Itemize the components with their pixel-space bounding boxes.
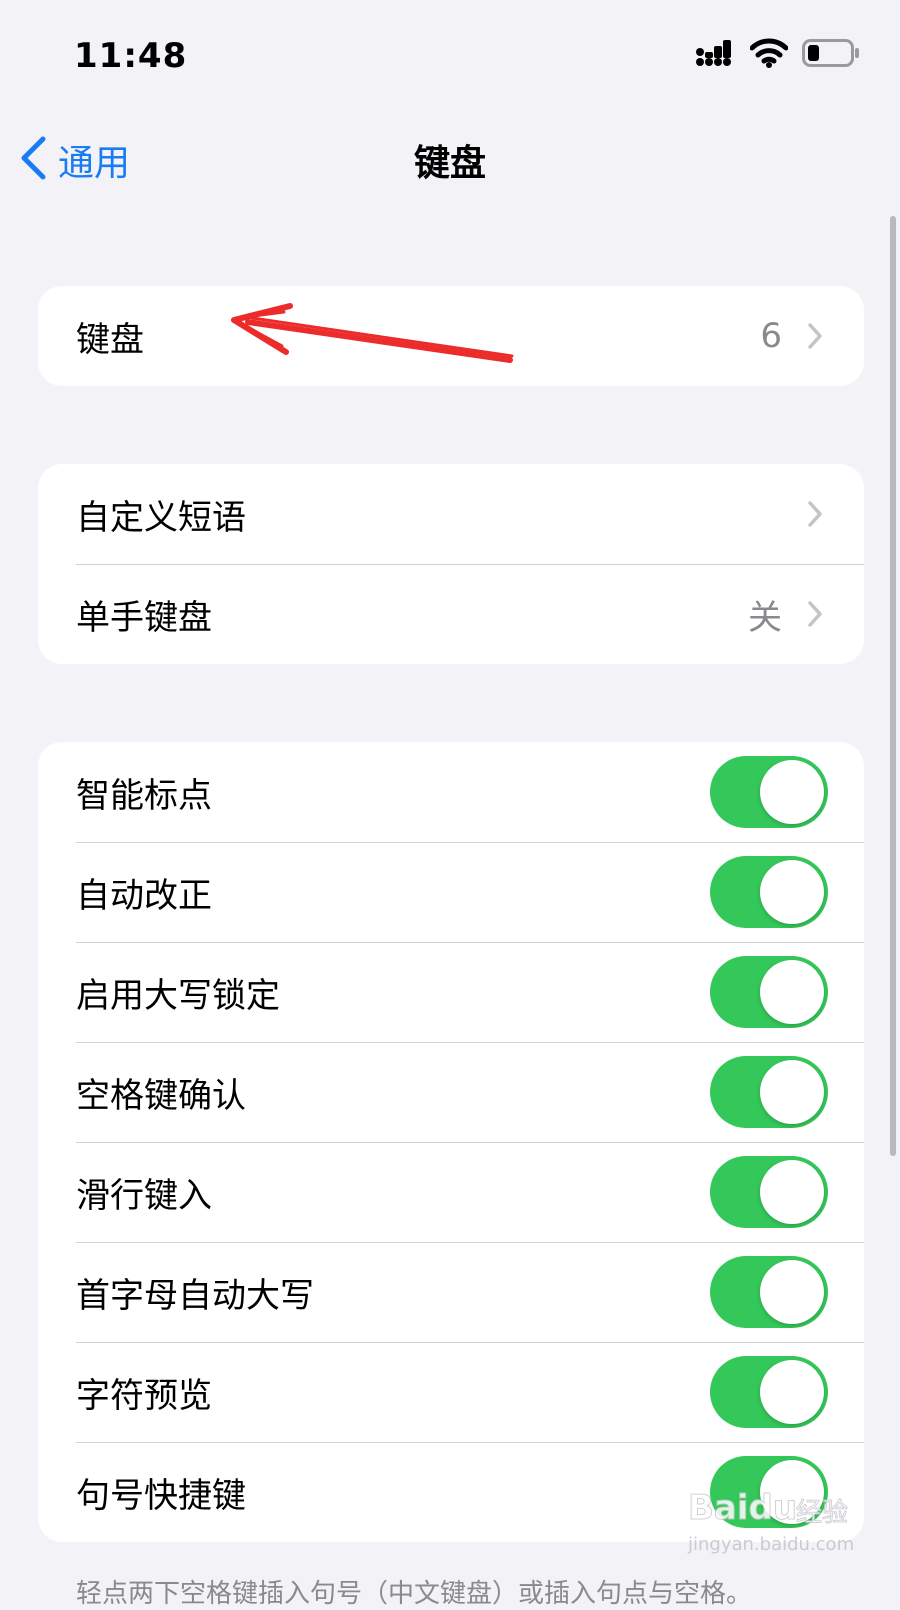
caps-lock-label: 启用大写锁定 [76,975,280,1016]
auto-capitalization-label: 首字母自动大写 [76,1275,314,1316]
watermark-brand: Baidu [687,1488,798,1529]
chevron-right-icon [804,499,826,529]
watermark-url: jingyan.baidu.com [688,1534,855,1555]
signal-icon [696,38,736,72]
smart-punctuation-row: 智能标点 [38,742,864,842]
chevron-right-icon [804,321,826,351]
keyboards-count: 6 [760,316,782,356]
toggle-knob [760,960,824,1024]
toggle-knob [760,860,824,924]
toggle-settings-group: 智能标点 自动改正 启用大写锁定 空格键确认 滑行键入 首字母自动大写 字符预览… [38,742,864,1542]
text-options-group: 自定义短语 单手键盘 关 [38,464,864,664]
space-confirm-toggle[interactable] [710,1056,828,1128]
chevron-right-icon [804,599,826,629]
toggle-knob [760,1260,824,1324]
navigation-bar: 通用 键盘 [0,120,900,200]
toggle-knob [760,760,824,824]
slide-to-type-toggle[interactable] [710,1156,828,1228]
toggle-knob [760,1360,824,1424]
keyboards-label: 键盘 [76,319,144,360]
auto-correction-toggle[interactable] [710,856,828,928]
period-shortcut-footnote: 轻点两下空格键插入句号（中文键盘）或插入句点与空格。 [76,1579,753,1609]
slide-to-type-row: 滑行键入 [38,1142,864,1242]
text-replacement-row[interactable]: 自定义短语 [38,464,864,564]
character-preview-toggle[interactable] [710,1356,828,1428]
watermark-cn: 经验 [795,1498,849,1529]
text-replacement-label: 自定义短语 [76,497,246,538]
toggle-knob [760,1160,824,1224]
auto-capitalization-row: 首字母自动大写 [38,1242,864,1342]
character-preview-label: 字符预览 [76,1375,212,1416]
wifi-icon [749,38,789,72]
character-preview-row: 字符预览 [38,1342,864,1442]
auto-capitalization-toggle[interactable] [710,1256,828,1328]
slide-to-type-label: 滑行键入 [76,1175,212,1216]
one-handed-keyboard-value: 关 [748,597,782,638]
caps-lock-toggle[interactable] [710,956,828,1028]
toggle-knob [760,1060,824,1124]
keyboards-group: 键盘 6 [38,286,864,386]
smart-punctuation-toggle[interactable] [710,756,828,828]
baidu-jingyan-watermark: Baidu 经验 jingyan.baidu.com [687,1488,858,1568]
smart-punctuation-label: 智能标点 [76,775,212,816]
period-shortcut-label: 句号快捷键 [76,1475,246,1516]
caps-lock-row: 启用大写锁定 [38,942,864,1042]
auto-correction-row: 自动改正 [38,842,864,942]
auto-correction-label: 自动改正 [76,875,212,916]
page-title: 键盘 [413,143,486,184]
status-time: 11:48 [74,36,188,76]
scrollbar[interactable] [890,216,896,1156]
one-handed-keyboard-row[interactable]: 单手键盘 关 [38,564,864,664]
keyboards-row[interactable]: 键盘 6 [38,286,864,386]
space-confirm-label: 空格键确认 [76,1075,246,1116]
space-confirm-row: 空格键确认 [38,1042,864,1142]
battery-icon [802,38,860,72]
status-icons [696,38,860,72]
status-bar: 11:48 [0,0,900,110]
one-handed-keyboard-label: 单手键盘 [76,597,212,638]
